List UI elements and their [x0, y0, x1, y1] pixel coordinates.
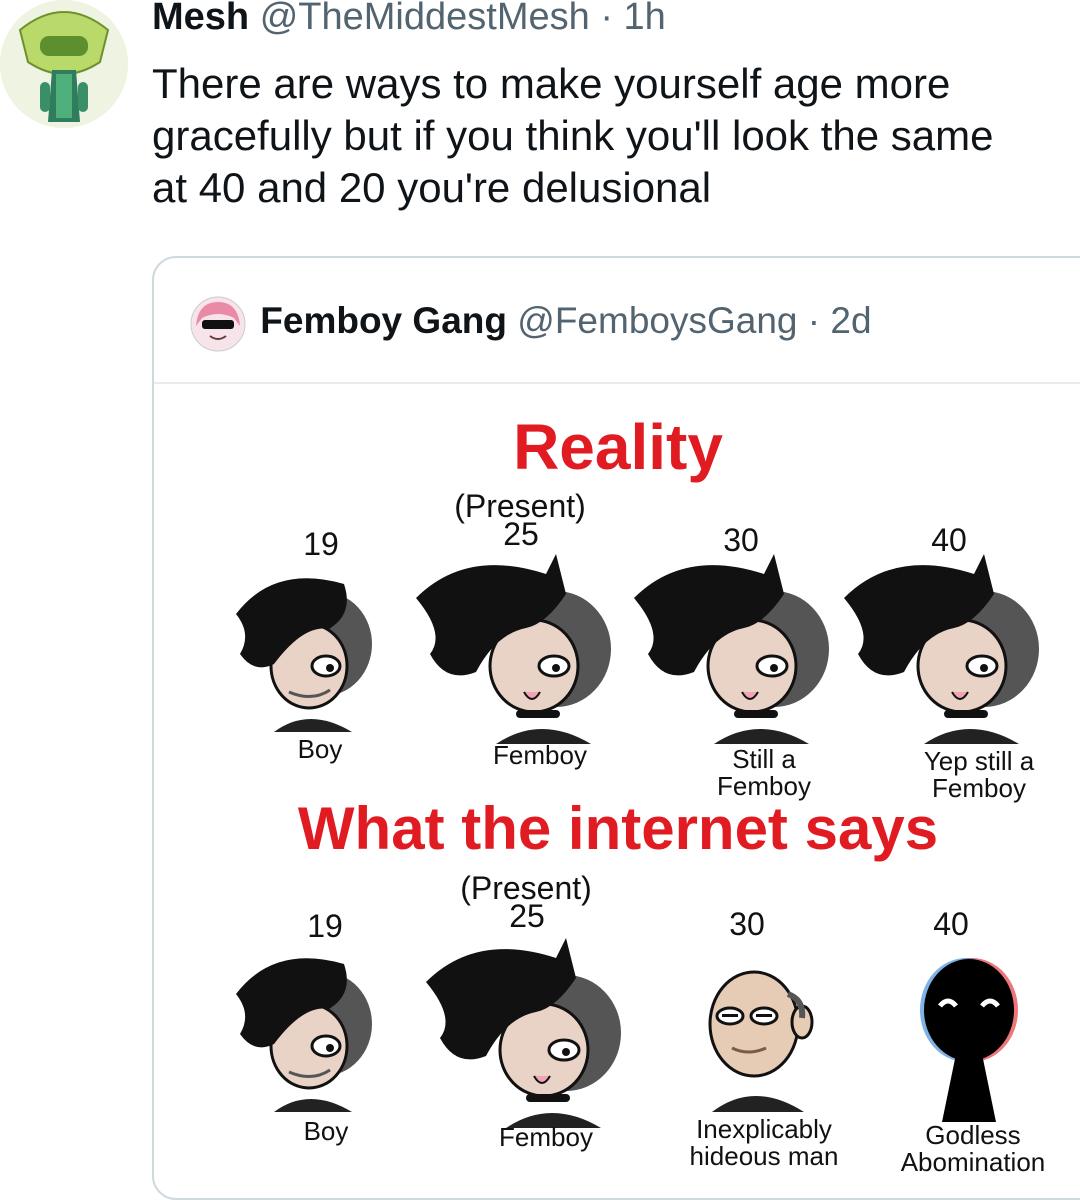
age-label: 19 — [303, 526, 339, 562]
quoted-author-name[interactable]: Femboy Gang — [260, 300, 507, 341]
separator-dot: · — [600, 0, 613, 38]
tweet-text-line: gracefully but if you think you'll look … — [152, 112, 994, 159]
caption: Boy — [297, 734, 343, 764]
tweet-text-line: There are ways to make yourself age more — [152, 60, 951, 107]
femboy-character-drawing — [844, 554, 1039, 744]
tweet-time[interactable]: 1h — [624, 0, 666, 38]
caption: Boy — [303, 1116, 349, 1146]
boy-character-drawing — [236, 958, 372, 1112]
age-label: 30 — [729, 906, 765, 942]
caption: Inexplicably hideous man — [689, 1114, 839, 1171]
quoted-author-handle[interactable]: @FemboysGang — [517, 300, 797, 341]
tweet-header: Mesh @TheMiddestMesh · 1h — [152, 0, 666, 40]
caption: Femboy — [493, 740, 587, 770]
hideous-man-drawing — [708, 970, 814, 1112]
femboy-character-drawing — [634, 554, 829, 744]
caption: Femboy — [499, 1122, 593, 1152]
age-label: 25 — [503, 516, 539, 552]
tweet-text-line: at 40 and 20 you're delusional — [152, 164, 712, 211]
sunglasses-girl-avatar-icon — [190, 296, 246, 352]
peridot-figure-avatar-icon — [0, 0, 128, 128]
separator-dot: · — [807, 300, 821, 341]
meme-title-reality: Reality — [513, 411, 723, 483]
age-label: 19 — [307, 908, 343, 944]
author-avatar[interactable] — [0, 0, 128, 128]
caption: Godless Abomination — [900, 1120, 1046, 1177]
quoted-tweet-header: Femboy Gang @FemboysGang · 2d — [190, 296, 872, 352]
femboy-character-drawing — [416, 554, 611, 744]
meme-image[interactable]: Reality What the internet says (Present)… — [154, 384, 1080, 1194]
age-label: 40 — [933, 906, 969, 942]
femboy-character-drawing — [426, 938, 621, 1128]
meme-title-internet: What the internet says — [297, 795, 939, 862]
quoted-tweet-time[interactable]: 2d — [830, 300, 871, 341]
author-name[interactable]: Mesh — [152, 0, 249, 38]
boy-character-drawing — [236, 578, 372, 732]
quoted-tweet-card[interactable]: Femboy Gang @FemboysGang · 2d Reality Wh… — [152, 256, 1080, 1200]
caption: Yep still a Femboy — [923, 746, 1035, 803]
author-handle[interactable]: @TheMiddestMesh — [260, 0, 590, 38]
age-label: 25 — [509, 898, 545, 934]
caption: Still a Femboy — [717, 744, 811, 801]
tweet-text: There are ways to make yourself age more… — [152, 58, 1077, 214]
godless-abomination-drawing — [920, 958, 1018, 1122]
